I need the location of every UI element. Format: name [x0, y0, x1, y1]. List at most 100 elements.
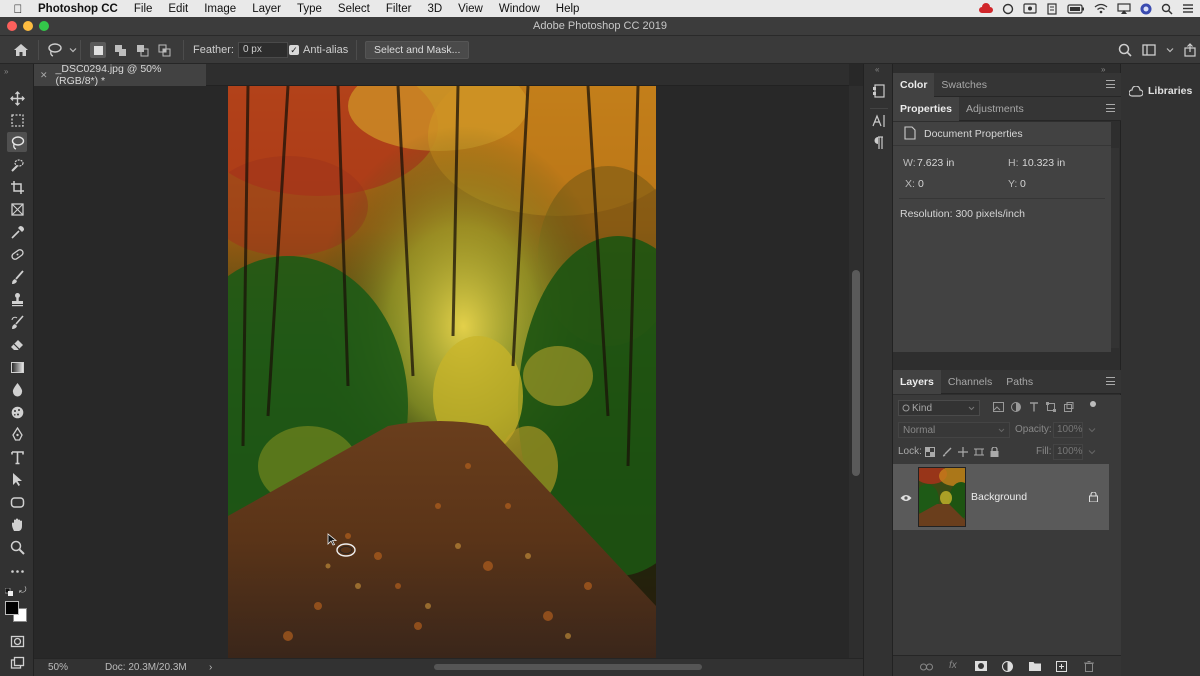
workspace-icon[interactable]	[1142, 44, 1156, 56]
new-selection-button[interactable]	[90, 42, 106, 58]
new-layer-icon[interactable]	[1056, 661, 1067, 672]
swap-colors-icon[interactable]: ⤾	[19, 585, 27, 596]
fill-input[interactable]: 100%	[1053, 444, 1083, 460]
lock-all-icon[interactable]	[990, 447, 999, 457]
layer-name[interactable]: Background	[971, 491, 1027, 503]
lock-position-icon[interactable]	[958, 447, 968, 457]
brush-tool[interactable]	[7, 267, 27, 287]
airplay-icon[interactable]	[1117, 2, 1131, 15]
lasso-preset-picker[interactable]	[46, 36, 78, 64]
y-value[interactable]: 0	[1020, 178, 1026, 190]
quick-mask-button[interactable]	[7, 631, 27, 651]
menu-file[interactable]: File	[126, 3, 161, 15]
spotlight-search-icon[interactable]	[1161, 3, 1173, 15]
chevron-down-icon[interactable]	[1088, 448, 1096, 456]
history-panel-button[interactable]	[871, 84, 887, 100]
tab-adjustments[interactable]: Adjustments	[959, 97, 1031, 121]
new-adjustment-layer-icon[interactable]	[1002, 661, 1013, 672]
marquee-tool[interactable]	[7, 110, 27, 130]
blur-tool[interactable]	[7, 379, 27, 399]
lock-artboard-icon[interactable]	[974, 447, 984, 457]
chevron-down-icon[interactable]	[1166, 46, 1174, 54]
select-and-mask-button[interactable]: Select and Mask...	[365, 41, 470, 59]
panel-menu-icon[interactable]	[1106, 80, 1115, 88]
edit-toolbar-button[interactable]	[7, 561, 27, 581]
clone-stamp-tool[interactable]	[7, 289, 27, 309]
wifi-icon[interactable]	[1094, 3, 1108, 14]
path-selection-tool[interactable]	[7, 469, 27, 489]
new-group-icon[interactable]	[1029, 661, 1041, 671]
menu-window[interactable]: Window	[491, 3, 548, 15]
dodge-tool[interactable]	[7, 402, 27, 422]
notes-icon[interactable]	[1046, 2, 1058, 15]
adjustment-filter-icon[interactable]	[1011, 402, 1021, 412]
width-value[interactable]: 7.623 in	[917, 157, 954, 169]
apple-icon[interactable]: 	[0, 2, 36, 16]
shape-tool[interactable]	[7, 492, 27, 512]
screen-mode-button[interactable]	[7, 653, 27, 673]
toolbar-collapse-handle[interactable]: »	[4, 67, 8, 76]
character-panel-button[interactable]	[871, 114, 887, 130]
battery-icon[interactable]	[1067, 3, 1085, 14]
intersect-selection-button[interactable]	[156, 42, 172, 58]
tab-channels[interactable]: Channels	[941, 370, 999, 394]
add-mask-icon[interactable]	[975, 661, 987, 671]
eye-icon[interactable]	[900, 494, 912, 502]
tab-color[interactable]: Color	[893, 72, 935, 97]
share-icon[interactable]	[1184, 43, 1196, 57]
menu-select[interactable]: Select	[330, 3, 378, 15]
home-button[interactable]	[12, 36, 30, 64]
default-colors-icon[interactable]	[4, 587, 13, 596]
layer-filter-select[interactable]: Kind	[898, 400, 980, 416]
paragraph-panel-button[interactable]	[871, 136, 887, 152]
subtract-from-selection-button[interactable]	[134, 42, 150, 58]
quick-selection-tool[interactable]	[7, 155, 27, 175]
frame-tool[interactable]	[7, 199, 27, 219]
sync-icon[interactable]	[1002, 3, 1014, 15]
document-image[interactable]	[228, 86, 656, 658]
tab-swatches[interactable]: Swatches	[934, 73, 994, 97]
menu-view[interactable]: View	[450, 3, 491, 15]
vertical-scrollbar[interactable]	[849, 86, 863, 658]
lock-image-pixels-icon[interactable]	[942, 447, 952, 457]
menu-type[interactable]: Type	[289, 3, 330, 15]
layer-thumbnail[interactable]	[918, 467, 966, 527]
layer-row[interactable]: Background	[893, 464, 1109, 530]
add-to-selection-button[interactable]	[112, 42, 128, 58]
eraser-tool[interactable]	[7, 334, 27, 354]
link-layers-icon[interactable]	[920, 663, 933, 671]
pen-tool[interactable]	[7, 424, 27, 444]
blend-mode-select[interactable]: Normal	[898, 422, 1010, 438]
menu-filter[interactable]: Filter	[378, 3, 420, 15]
zoom-tool[interactable]	[7, 537, 27, 557]
healing-brush-tool[interactable]	[7, 244, 27, 264]
smart-object-filter-icon[interactable]	[1064, 402, 1074, 412]
tab-properties[interactable]: Properties	[893, 96, 959, 121]
hand-tool[interactable]	[7, 514, 27, 534]
history-brush-tool[interactable]	[7, 312, 27, 332]
canvas-area[interactable]	[34, 86, 849, 658]
opacity-input[interactable]: 100%	[1053, 422, 1083, 438]
menu-app-name[interactable]: Photoshop CC	[36, 3, 126, 15]
crop-tool[interactable]	[7, 177, 27, 197]
height-value[interactable]: 10.323 in	[1022, 157, 1065, 169]
filter-toggle-switch[interactable]	[1090, 401, 1096, 407]
menu-layer[interactable]: Layer	[244, 3, 289, 15]
screen-record-icon[interactable]	[1023, 3, 1037, 14]
delete-layer-icon[interactable]	[1084, 661, 1094, 672]
layer-style-icon[interactable]: fx	[949, 660, 957, 671]
status-menu-arrow[interactable]: ›	[209, 662, 212, 673]
move-tool[interactable]	[7, 88, 27, 108]
menu-edit[interactable]: Edit	[160, 3, 196, 15]
type-tool[interactable]	[7, 447, 27, 467]
tab-layers[interactable]: Layers	[893, 369, 941, 394]
scrollbar-thumb[interactable]	[852, 270, 860, 476]
zoom-level[interactable]: 50%	[48, 662, 68, 673]
panel-menu-icon[interactable]	[1106, 104, 1115, 112]
lock-transparent-pixels-icon[interactable]	[925, 447, 935, 457]
panel-collapse-handle[interactable]: «	[875, 65, 879, 74]
lasso-tool[interactable]	[7, 132, 27, 152]
chevron-down-icon[interactable]	[1088, 426, 1096, 434]
foreground-color-swatch[interactable]	[5, 601, 19, 615]
menu-image[interactable]: Image	[196, 3, 244, 15]
